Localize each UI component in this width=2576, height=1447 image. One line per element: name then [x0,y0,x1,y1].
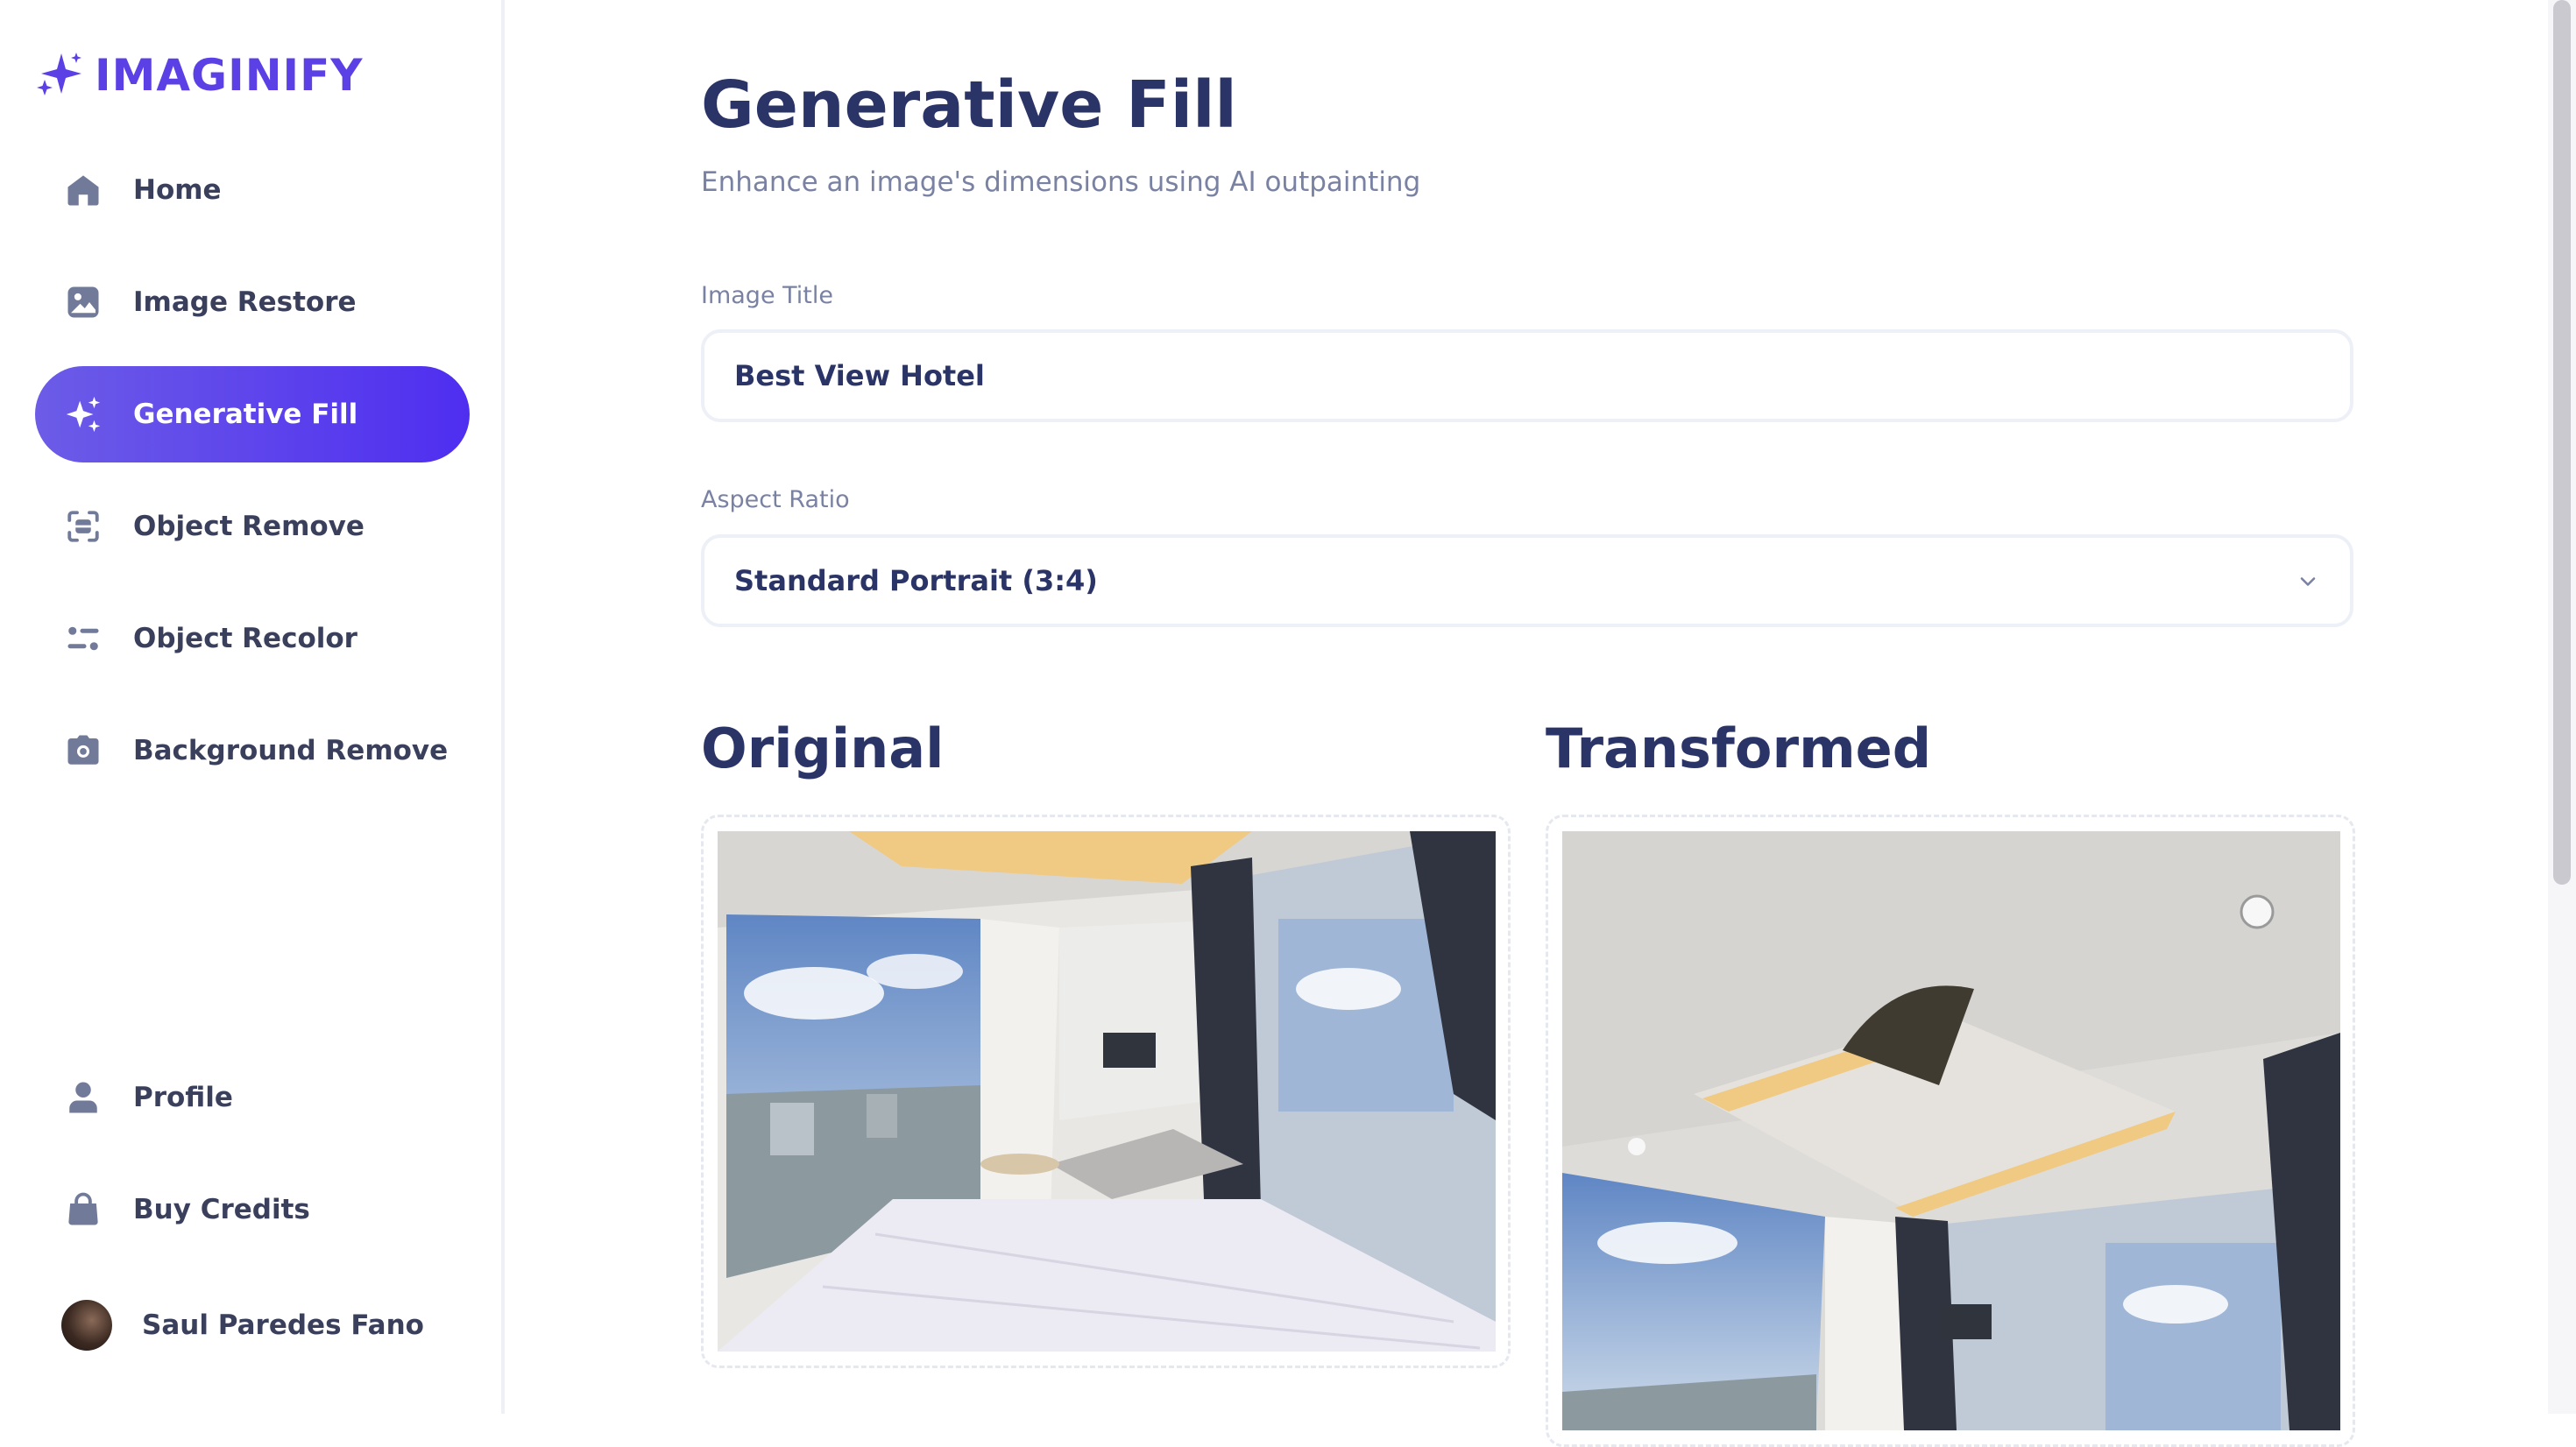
page-scrollbar[interactable] [2548,0,2576,1414]
page-title: Generative Fill [701,67,1237,143]
sidebar-item-object-remove[interactable]: Object Remove [35,478,470,575]
sidebar-item-home[interactable]: Home [35,142,470,238]
sidebar-item-label: Image Restore [133,286,357,318]
aspect-ratio-value: Standard Portrait (3:4) [734,564,1098,597]
user-name: Saul Paredes Fano [142,1309,424,1341]
sidebar-item-label: Generative Fill [133,399,358,430]
original-title: Original [701,716,945,780]
sidebar-item-label: Background Remove [133,735,449,766]
scan-icon [63,506,103,547]
main-content: Generative Fill Enhance an image's dimen… [505,0,2548,1447]
sidebar-item-label: Home [133,174,222,206]
app-logo[interactable]: IMAGINIFY [35,49,364,102]
sidebar-item-background-remove[interactable]: Background Remove [35,702,470,799]
sidebar-item-generative-fill[interactable]: Generative Fill [35,366,470,462]
sidebar-item-object-recolor[interactable]: Object Recolor [35,590,470,687]
sparkles-icon [63,394,103,434]
sidebar-item-label: Profile [133,1082,233,1113]
aspect-ratio-select[interactable]: Standard Portrait (3:4) [701,534,2353,627]
transformed-title: Transformed [1546,716,1932,780]
sidebar-item-buy-credits[interactable]: Buy Credits [35,1161,470,1258]
image-icon [63,282,103,322]
sidebar-item-label: Buy Credits [133,1194,310,1225]
sidebar-item-label: Object Remove [133,511,364,542]
image-title-input[interactable]: Best View Hotel [701,329,2353,422]
sidebar-item-label: Object Recolor [133,623,357,654]
original-image [718,831,1496,1352]
bag-icon [63,1189,103,1230]
transformed-image-card[interactable] [1546,815,2355,1447]
user-button[interactable]: Saul Paredes Fano [61,1300,424,1351]
page-subtitle: Enhance an image's dimensions using AI o… [701,166,1421,198]
image-title-label: Image Title [701,282,834,309]
image-title-value: Best View Hotel [734,359,985,392]
chevron-down-icon [2300,577,2316,586]
sparkles-logo-icon [37,53,81,95]
sidebar-item-image-restore[interactable]: Image Restore [35,254,470,350]
aspect-ratio-label: Aspect Ratio [701,486,850,513]
sidebar-item-profile[interactable]: Profile [35,1049,470,1146]
logo-text: IMAGINIFY [95,50,364,101]
sidebar: IMAGINIFY Home Image Restore Generative [0,0,505,1414]
transformed-image [1562,831,2340,1430]
camera-icon [63,731,103,771]
home-icon [63,170,103,210]
original-image-card[interactable] [701,815,1511,1368]
profile-icon [63,1077,103,1118]
filter-icon [63,618,103,659]
scrollbar-thumb[interactable] [2553,0,2571,885]
avatar[interactable] [61,1300,112,1351]
